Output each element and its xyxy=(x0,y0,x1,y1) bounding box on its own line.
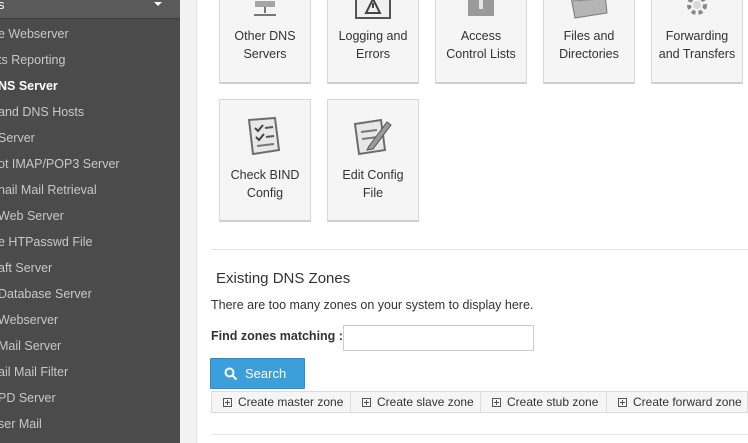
tile-label-line1: Logging and xyxy=(338,29,408,43)
plus-box-icon xyxy=(362,398,371,407)
zones-note: There are too many zones on your system … xyxy=(211,298,534,312)
sidebar-item[interactable]: aft Server xyxy=(0,259,180,285)
sidebar-item[interactable]: ail Mail Filter xyxy=(0,363,180,389)
sidebar-divider xyxy=(180,0,197,443)
tile-label-line2: Servers xyxy=(243,47,287,61)
sidebar-category-label: s xyxy=(0,0,5,12)
tile-access-control-lists[interactable]: Access Control Lists xyxy=(435,0,527,84)
sidebar-item[interactable]: ot IMAP/POP3 Server xyxy=(0,155,180,181)
tile-label-line1: Forwarding xyxy=(665,29,729,43)
create-link-label: Create stub zone xyxy=(507,395,599,409)
tile-label-line2: and Transfers xyxy=(658,47,736,61)
create-master-zone-link[interactable]: Create master zone xyxy=(212,392,351,412)
tile-forwarding-and-transfers[interactable]: Forwarding and Transfers xyxy=(651,0,743,84)
section-divider xyxy=(211,434,748,435)
sidebar-item-active[interactable]: NS Server xyxy=(0,77,180,103)
plus-box-icon xyxy=(223,398,232,407)
tile-label-line2: Control Lists xyxy=(446,47,516,61)
find-zones-input[interactable] xyxy=(343,325,534,351)
lock-icon xyxy=(468,0,494,16)
sidebar-item[interactable]: Database Server xyxy=(0,285,180,311)
create-link-label: Create slave zone xyxy=(377,395,474,409)
tile-label-line1: Files and xyxy=(563,29,615,43)
sidebar-item[interactable]: ts Reporting xyxy=(0,51,180,77)
existing-zones-title: Existing DNS Zones xyxy=(216,270,351,287)
sidebar-item[interactable]: Server xyxy=(0,129,180,155)
create-link-label: Create forward zone xyxy=(633,395,742,409)
create-stub-zone-link[interactable]: Create stub zone xyxy=(481,392,607,412)
tile-check-bind-config[interactable]: Check BIND Config xyxy=(219,99,311,222)
sidebar-item[interactable]: Mail Server xyxy=(0,337,180,363)
sidebar: s e Webserver ts Reporting NS Server and… xyxy=(0,0,180,443)
create-forward-zone-link[interactable]: Create forward zone xyxy=(607,392,747,412)
tile-label-line2: Errors xyxy=(355,47,391,61)
main-content: Other DNS Servers Logging and Errors Acc… xyxy=(197,0,748,443)
create-slave-zone-link[interactable]: Create slave zone xyxy=(351,392,481,412)
tile-edit-config-file[interactable]: Edit Config File xyxy=(327,99,419,222)
warning-icon xyxy=(355,0,391,19)
sidebar-item[interactable]: and DNS Hosts xyxy=(0,103,180,129)
sidebar-category-header[interactable]: s xyxy=(0,0,180,19)
sidebar-item[interactable]: ser Mail xyxy=(0,415,180,441)
plus-box-icon xyxy=(618,398,627,407)
tile-logging-and-errors[interactable]: Logging and Errors xyxy=(327,0,419,84)
create-link-label: Create master zone xyxy=(238,395,344,409)
sidebar-item[interactable]: e HTPasswd File xyxy=(0,233,180,259)
folder-icon xyxy=(571,0,608,19)
find-zones-label: Find zones matching : xyxy=(211,329,343,343)
search-button[interactable]: Search xyxy=(210,358,305,389)
tile-files-and-directories[interactable]: Files and Directories xyxy=(543,0,635,84)
caret-down-icon[interactable] xyxy=(154,2,162,6)
tile-label-line1: Access xyxy=(460,29,502,43)
gear-icon xyxy=(687,0,707,15)
create-zone-links: Create master zone Create slave zone Cre… xyxy=(211,391,748,413)
edit-document-icon xyxy=(353,118,392,156)
sidebar-item[interactable]: e Webserver xyxy=(0,25,180,51)
sidebar-item[interactable]: Webserver xyxy=(0,311,180,337)
tile-label-line1: Other DNS xyxy=(234,29,296,43)
tile-label-line2: Directories xyxy=(559,47,619,61)
sidebar-item[interactable]: PD Server xyxy=(0,389,180,415)
tile-label-line1: Edit Config xyxy=(342,168,404,182)
checklist-icon xyxy=(247,116,281,156)
servers-icon xyxy=(254,1,276,16)
tile-label-line2: File xyxy=(362,186,384,200)
plus-box-icon xyxy=(492,398,501,407)
sidebar-item[interactable]: nail Mail Retrieval xyxy=(0,181,180,207)
sidebar-menu: e Webserver ts Reporting NS Server and D… xyxy=(0,25,180,441)
tile-other-dns-servers[interactable]: Other DNS Servers xyxy=(219,0,311,84)
section-divider xyxy=(211,249,748,250)
tile-label-line2: Config xyxy=(246,186,284,200)
search-icon xyxy=(224,367,238,381)
search-button-label: Search xyxy=(245,366,287,381)
tile-label-line1: Check BIND xyxy=(230,168,300,182)
sidebar-item[interactable]: Web Server xyxy=(0,207,180,233)
